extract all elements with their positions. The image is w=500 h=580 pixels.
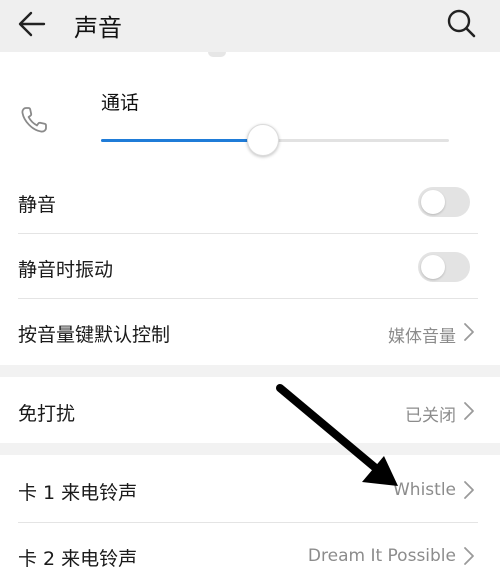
divider — [18, 522, 478, 523]
vibrate-toggle[interactable] — [418, 252, 470, 282]
search-button[interactable] — [442, 6, 482, 42]
phone-icon — [18, 104, 50, 136]
page-title: 声音 — [74, 14, 122, 42]
mute-toggle[interactable] — [418, 187, 470, 217]
arrow-left-icon — [18, 11, 46, 37]
divider — [18, 233, 478, 234]
sim2-ringtone-value[interactable]: Dream It Possible — [308, 546, 456, 566]
chevron-right-icon[interactable] — [462, 401, 476, 421]
volume-key-label[interactable]: 按音量键默认控制 — [18, 320, 170, 347]
back-button[interactable] — [14, 6, 54, 42]
app-header: 声音 — [0, 0, 500, 52]
scroll-indicator — [208, 52, 226, 57]
toggle-knob — [421, 255, 445, 279]
volume-slider-thumb[interactable] — [247, 124, 279, 156]
toggle-knob — [421, 190, 445, 214]
volume-slider-fill — [101, 139, 263, 142]
chevron-right-icon[interactable] — [462, 322, 476, 342]
dnd-value[interactable]: 已关闭 — [405, 401, 456, 426]
black-arrow-pointer — [276, 384, 398, 486]
sim1-ringtone-label[interactable]: 卡 1 来电铃声 — [18, 478, 137, 505]
dnd-label[interactable]: 免打扰 — [18, 399, 75, 426]
search-icon — [447, 9, 476, 38]
vibrate-label: 静音时振动 — [18, 259, 114, 281]
sim2-ringtone-label[interactable]: 卡 2 来电铃声 — [18, 544, 137, 571]
volume-label: 通话 — [101, 92, 140, 114]
chevron-right-icon[interactable] — [462, 546, 476, 566]
divider — [18, 298, 478, 299]
volume-key-value[interactable]: 媒体音量 — [388, 322, 456, 347]
mute-label: 静音 — [18, 194, 57, 216]
chevron-right-icon[interactable] — [462, 480, 476, 500]
